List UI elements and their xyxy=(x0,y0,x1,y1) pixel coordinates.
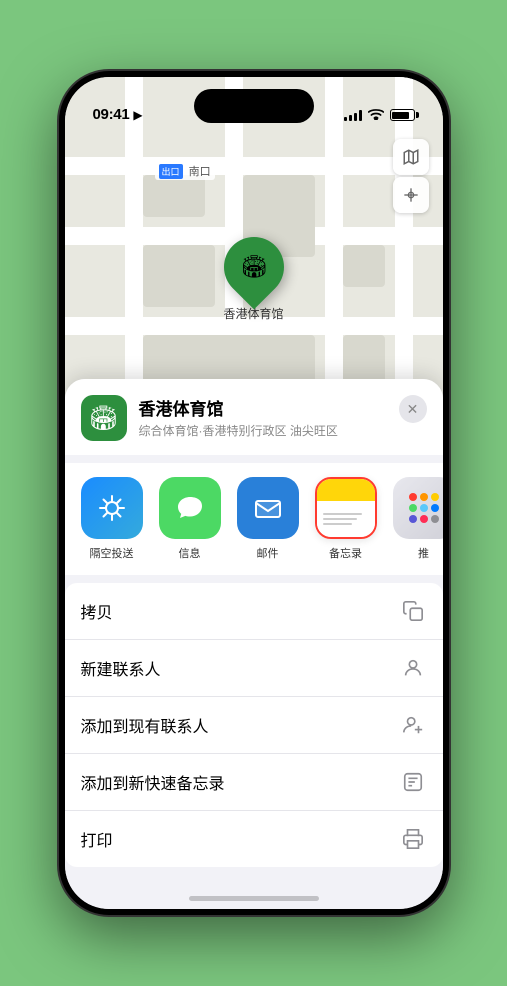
phone-screen: 09:41 ▶ xyxy=(65,77,443,909)
venue-info: 香港体育馆 综合体育馆·香港特别行政区 油尖旺区 xyxy=(139,395,387,439)
location-pin: 🏟 香港体育馆 xyxy=(223,237,283,322)
mail-icon xyxy=(237,477,299,539)
location-button[interactable] xyxy=(393,177,429,213)
action-add-existing-label: 添加到现有联系人 xyxy=(81,713,209,737)
dot xyxy=(420,493,428,501)
action-new-contact-label: 新建联系人 xyxy=(81,656,161,680)
notes-lines xyxy=(317,501,375,537)
mail-label: 邮件 xyxy=(257,545,279,561)
share-item-more[interactable]: 推 xyxy=(393,477,443,561)
dots-grid xyxy=(409,493,439,523)
dot xyxy=(431,493,439,501)
notes-icon xyxy=(315,477,377,539)
battery-fill xyxy=(392,112,409,119)
venue-header: 🏟 香港体育馆 综合体育馆·香港特别行政区 油尖旺区 ✕ xyxy=(65,379,443,455)
wifi-icon xyxy=(368,107,384,123)
message-icon xyxy=(159,477,221,539)
dot xyxy=(431,515,439,523)
action-rows: 拷贝 新建联系人 xyxy=(65,583,443,867)
airdrop-icon xyxy=(81,477,143,539)
dot xyxy=(431,504,439,512)
status-icons xyxy=(344,107,415,123)
share-item-mail[interactable]: 邮件 xyxy=(237,477,299,561)
notes-icon-inner xyxy=(317,479,375,537)
share-item-message[interactable]: 信息 xyxy=(159,477,221,561)
add-existing-icon xyxy=(399,711,427,739)
more-label: 推 xyxy=(418,545,429,561)
pin-circle: 🏟 xyxy=(211,225,296,310)
close-button[interactable]: ✕ xyxy=(399,395,427,423)
dynamic-island xyxy=(194,89,314,123)
location-arrow-icon: ▶ xyxy=(133,108,142,122)
map-block-4 xyxy=(343,245,385,287)
notes-line-2 xyxy=(323,518,358,520)
action-copy-label: 拷贝 xyxy=(81,599,113,623)
share-item-notes[interactable]: 备忘录 xyxy=(315,477,377,561)
dot xyxy=(409,504,417,512)
home-indicator xyxy=(189,896,319,901)
close-icon: ✕ xyxy=(407,401,419,418)
share-item-airdrop[interactable]: 隔空投送 xyxy=(81,477,143,561)
more-icon xyxy=(393,477,443,539)
airdrop-label: 隔空投送 xyxy=(90,545,134,561)
action-print[interactable]: 打印 xyxy=(65,811,443,867)
venue-subtitle: 综合体育馆·香港特别行政区 油尖旺区 xyxy=(139,422,387,439)
bottom-sheet: 🏟 香港体育馆 综合体育馆·香港特别行政区 油尖旺区 ✕ xyxy=(65,379,443,909)
message-label: 信息 xyxy=(179,545,201,561)
action-quick-note[interactable]: 添加到新快速备忘录 xyxy=(65,754,443,811)
dot xyxy=(420,504,428,512)
battery-icon xyxy=(390,109,415,121)
map-block-1 xyxy=(143,175,205,217)
signal-bars-icon xyxy=(344,109,362,121)
map-label-south-gate: 出口 南口 xyxy=(155,162,215,180)
action-print-label: 打印 xyxy=(81,827,113,851)
action-add-existing[interactable]: 添加到现有联系人 xyxy=(65,697,443,754)
map-buttons xyxy=(393,139,429,213)
print-icon xyxy=(399,825,427,853)
copy-icon xyxy=(399,597,427,625)
new-contact-icon xyxy=(399,654,427,682)
action-new-contact[interactable]: 新建联系人 xyxy=(65,640,443,697)
notes-line-3 xyxy=(323,523,353,525)
notes-label: 备忘录 xyxy=(329,545,362,561)
dot xyxy=(409,493,417,501)
map-label-text: 南口 xyxy=(189,166,211,178)
phone-frame: 09:41 ▶ xyxy=(59,71,449,915)
venue-icon: 🏟 xyxy=(81,395,127,441)
road-h1 xyxy=(65,157,443,175)
action-quick-note-label: 添加到新快速备忘录 xyxy=(81,770,225,794)
notes-header-yellow xyxy=(317,479,375,501)
map-type-button[interactable] xyxy=(393,139,429,175)
share-row: 隔空投送 信息 xyxy=(65,463,443,575)
map-block-3 xyxy=(143,245,215,307)
status-time: 09:41 xyxy=(93,106,130,123)
dot xyxy=(420,515,428,523)
quick-note-icon xyxy=(399,768,427,796)
map-label-badge: 出口 xyxy=(159,164,183,179)
pin-icon: 🏟 xyxy=(240,254,268,280)
venue-name: 香港体育馆 xyxy=(139,395,387,420)
dot xyxy=(409,515,417,523)
action-copy[interactable]: 拷贝 xyxy=(65,583,443,640)
notes-line-1 xyxy=(323,513,362,515)
